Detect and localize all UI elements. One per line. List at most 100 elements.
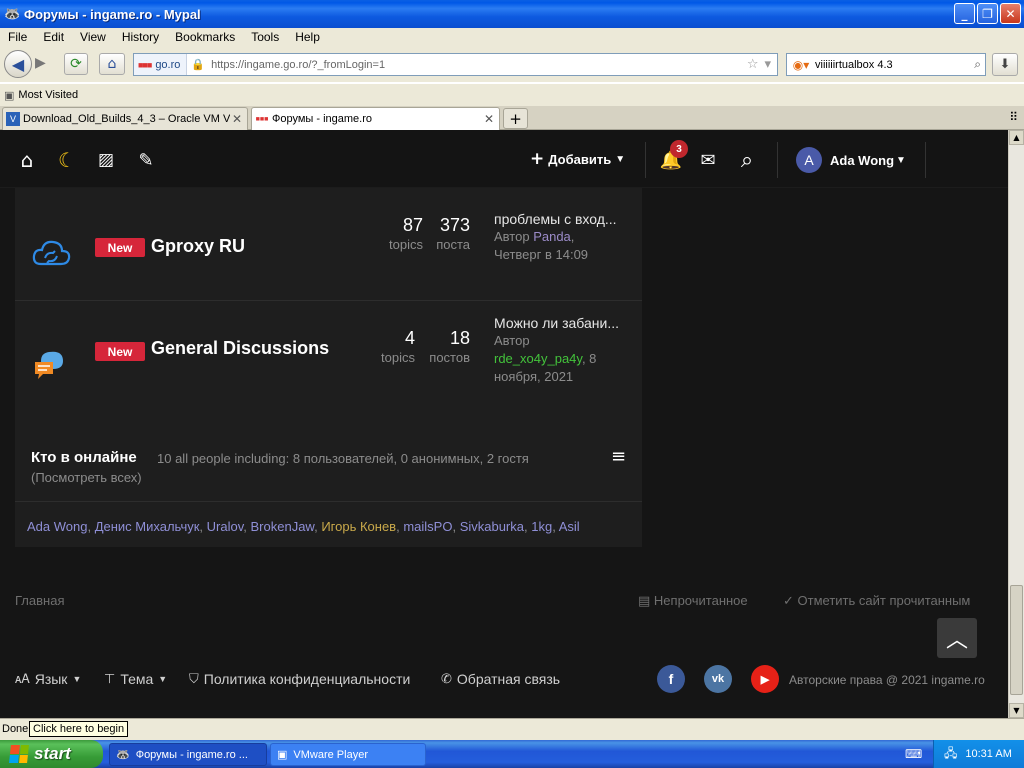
taskbar-item-vmware[interactable]: ▣ VMware Player bbox=[270, 743, 426, 766]
mark-read-link[interactable]: ✓ Отметить сайт прочитанным bbox=[783, 593, 970, 609]
close-window-button[interactable]: ✕ bbox=[1000, 3, 1021, 24]
forum-row[interactable]: New General Discussions 4 topics 18 пост… bbox=[15, 315, 642, 412]
chevron-down-icon: ▼ bbox=[72, 674, 82, 684]
username-label: Ada Wong bbox=[830, 152, 895, 168]
envelope-icon[interactable]: ✉ bbox=[695, 147, 721, 173]
facebook-icon[interactable]: f bbox=[657, 665, 685, 693]
online-user-link[interactable]: mailsPO bbox=[403, 519, 452, 534]
menu-view[interactable]: View bbox=[72, 30, 114, 44]
forward-button[interactable]: ▶ bbox=[35, 55, 46, 71]
menu-edit[interactable]: Edit bbox=[35, 30, 72, 44]
chevron-down-icon: ▼ bbox=[896, 154, 906, 166]
close-tab-icon[interactable]: ✕ bbox=[482, 112, 496, 126]
online-user-link[interactable]: Денис Михальчук bbox=[95, 519, 200, 534]
unread-link[interactable]: ▤ Непрочитанное bbox=[638, 593, 748, 609]
scroll-to-top-button[interactable]: ︿ bbox=[937, 618, 977, 658]
online-user-link[interactable]: 1kg bbox=[531, 519, 552, 534]
online-user-link[interactable]: Sivkaburka bbox=[460, 519, 524, 534]
keyboard-icon[interactable]: ⌨ bbox=[905, 747, 922, 761]
topics-stat: 87 topics bbox=[370, 215, 423, 252]
tab-oracle-download[interactable]: V Download_Old_Builds_4_3 – Oracle VM Vi… bbox=[2, 107, 248, 130]
menu-file[interactable]: File bbox=[0, 30, 35, 44]
search-input[interactable]: viiiiiirtualbox 4.3 bbox=[815, 59, 974, 71]
bookmark-star-icon[interactable]: ☆ bbox=[747, 57, 759, 72]
language-selector[interactable]: 🗚 Язык ▼ bbox=[15, 671, 81, 687]
notification-count-badge: 3 bbox=[670, 140, 688, 158]
user-menu-button[interactable]: A Ada Wong ▼ bbox=[796, 147, 906, 173]
taskbar-item-mypal[interactable]: 🦝 Форумы - ingame.ro ... bbox=[109, 743, 267, 766]
network-icon[interactable]: 🖧 bbox=[944, 744, 957, 765]
restore-button[interactable]: ❐ bbox=[977, 3, 998, 24]
tab-list-icon[interactable]: ⠿ bbox=[1009, 110, 1018, 124]
topics-count: 4 bbox=[404, 328, 415, 348]
site-identity-badge[interactable]: ■■■ go.ro bbox=[134, 54, 188, 75]
hamburger-menu-icon[interactable]: ≡ bbox=[611, 446, 626, 467]
minimize-button[interactable]: _ bbox=[954, 3, 975, 24]
menu-history[interactable]: History bbox=[114, 30, 167, 44]
add-button[interactable]: + Добавить ▼ bbox=[530, 149, 625, 169]
menu-bookmarks[interactable]: Bookmarks bbox=[167, 30, 243, 44]
status-bar: Done Click here to begin bbox=[0, 718, 1024, 740]
new-tab-button[interactable]: + bbox=[503, 108, 528, 129]
cloud-sync-icon bbox=[32, 240, 71, 266]
vk-icon[interactable]: vk bbox=[704, 665, 732, 693]
image-icon[interactable]: ▨ bbox=[93, 147, 119, 173]
nav-divider bbox=[777, 142, 778, 178]
menu-help[interactable]: Help bbox=[287, 30, 328, 44]
forum-row[interactable]: New Gproxy RU 87 topics 373 поста пробле… bbox=[15, 200, 642, 296]
close-tab-icon[interactable]: ✕ bbox=[230, 112, 244, 126]
chat-bubbles-icon bbox=[35, 351, 63, 379]
menu-tools[interactable]: Tools bbox=[243, 30, 287, 44]
downloads-button[interactable]: ⬇ bbox=[992, 53, 1018, 76]
address-bar[interactable]: ■■■ go.ro 🔒 https://ingame.go.ro/?_fromL… bbox=[133, 53, 778, 76]
online-user-link[interactable]: Игорь Конев bbox=[321, 519, 396, 534]
contact-link[interactable]: ✆ Обратная связь bbox=[441, 671, 560, 687]
search-icon[interactable]: ⌕ bbox=[974, 57, 981, 72]
footer-home-link[interactable]: Главная bbox=[15, 593, 64, 608]
url-dropdown-icon[interactable]: ▾ bbox=[764, 57, 771, 72]
home-icon[interactable]: ⌂ bbox=[14, 147, 40, 173]
online-user-list: Ada Wong, Денис Михальчук, Uralov, Broke… bbox=[27, 519, 580, 534]
nav-divider bbox=[645, 142, 646, 178]
view-all-link[interactable]: (Посмотреть всех) bbox=[31, 470, 142, 485]
online-user-link[interactable]: Uralov bbox=[207, 519, 244, 534]
last-post-author[interactable]: Panda bbox=[533, 229, 571, 244]
clock[interactable]: 10:31 AM bbox=[965, 748, 1011, 760]
tab-ingame-forums[interactable]: ■■■ Форумы - ingame.ro ✕ bbox=[251, 107, 500, 130]
search-icon[interactable]: ⌕ bbox=[734, 147, 760, 173]
last-post-title[interactable]: Можно ли забани... bbox=[494, 314, 639, 332]
privacy-link[interactable]: ⛉ Политика конфиденциальности bbox=[189, 671, 410, 687]
taskbar: start 🦝 Форумы - ingame.ro ... ▣ VMware … bbox=[0, 740, 1024, 768]
unread-label: Непрочитанное bbox=[653, 593, 748, 608]
online-user-link[interactable]: BrokenJaw bbox=[251, 519, 315, 534]
home-button[interactable]: ⌂ bbox=[99, 53, 125, 75]
menu-bar: File Edit View History Bookmarks Tools H… bbox=[0, 28, 1024, 46]
theme-selector[interactable]: ⊤ Тема ▼ bbox=[104, 671, 167, 687]
brush-icon[interactable]: ✎ bbox=[133, 147, 159, 173]
last-post-title[interactable]: проблемы с вход... bbox=[494, 210, 639, 228]
forum-title[interactable]: General Discussions bbox=[151, 338, 329, 359]
scroll-up-arrow-icon[interactable]: ▲ bbox=[1009, 130, 1024, 145]
moon-icon[interactable]: ☾ bbox=[54, 147, 80, 173]
start-button[interactable]: start bbox=[0, 740, 103, 768]
search-bar[interactable]: ◉▾ viiiiiirtualbox 4.3 ⌕ bbox=[786, 53, 986, 76]
back-button[interactable]: ◀ bbox=[4, 50, 32, 78]
nav-divider bbox=[925, 142, 926, 178]
vertical-scrollbar[interactable]: ▲ ▼ bbox=[1008, 130, 1024, 718]
posts-stat: 18 постов bbox=[421, 328, 470, 365]
bookmark-most-visited[interactable]: Most Visited bbox=[18, 89, 78, 101]
online-user-link[interactable]: Ada Wong bbox=[27, 519, 87, 534]
scrollbar-thumb[interactable] bbox=[1010, 585, 1023, 695]
url-text[interactable]: https://ingame.go.ro/?_fromLogin=1 bbox=[211, 59, 747, 71]
search-engine-icon[interactable]: ◉▾ bbox=[787, 58, 815, 72]
forum-title[interactable]: Gproxy RU bbox=[151, 236, 245, 257]
reload-button[interactable]: ⟳ bbox=[64, 53, 88, 75]
youtube-icon[interactable]: ▶ bbox=[751, 665, 779, 693]
site-badge-label: go.ro bbox=[155, 58, 181, 71]
avatar: A bbox=[796, 147, 822, 173]
online-user-link[interactable]: Asil bbox=[559, 519, 580, 534]
vmware-icon: ▣ bbox=[277, 748, 288, 761]
last-post-author[interactable]: rde_xo4y_pa4y bbox=[494, 351, 582, 366]
window-controls: _ ❐ ✕ bbox=[954, 3, 1021, 24]
scroll-down-arrow-icon[interactable]: ▼ bbox=[1009, 703, 1024, 718]
